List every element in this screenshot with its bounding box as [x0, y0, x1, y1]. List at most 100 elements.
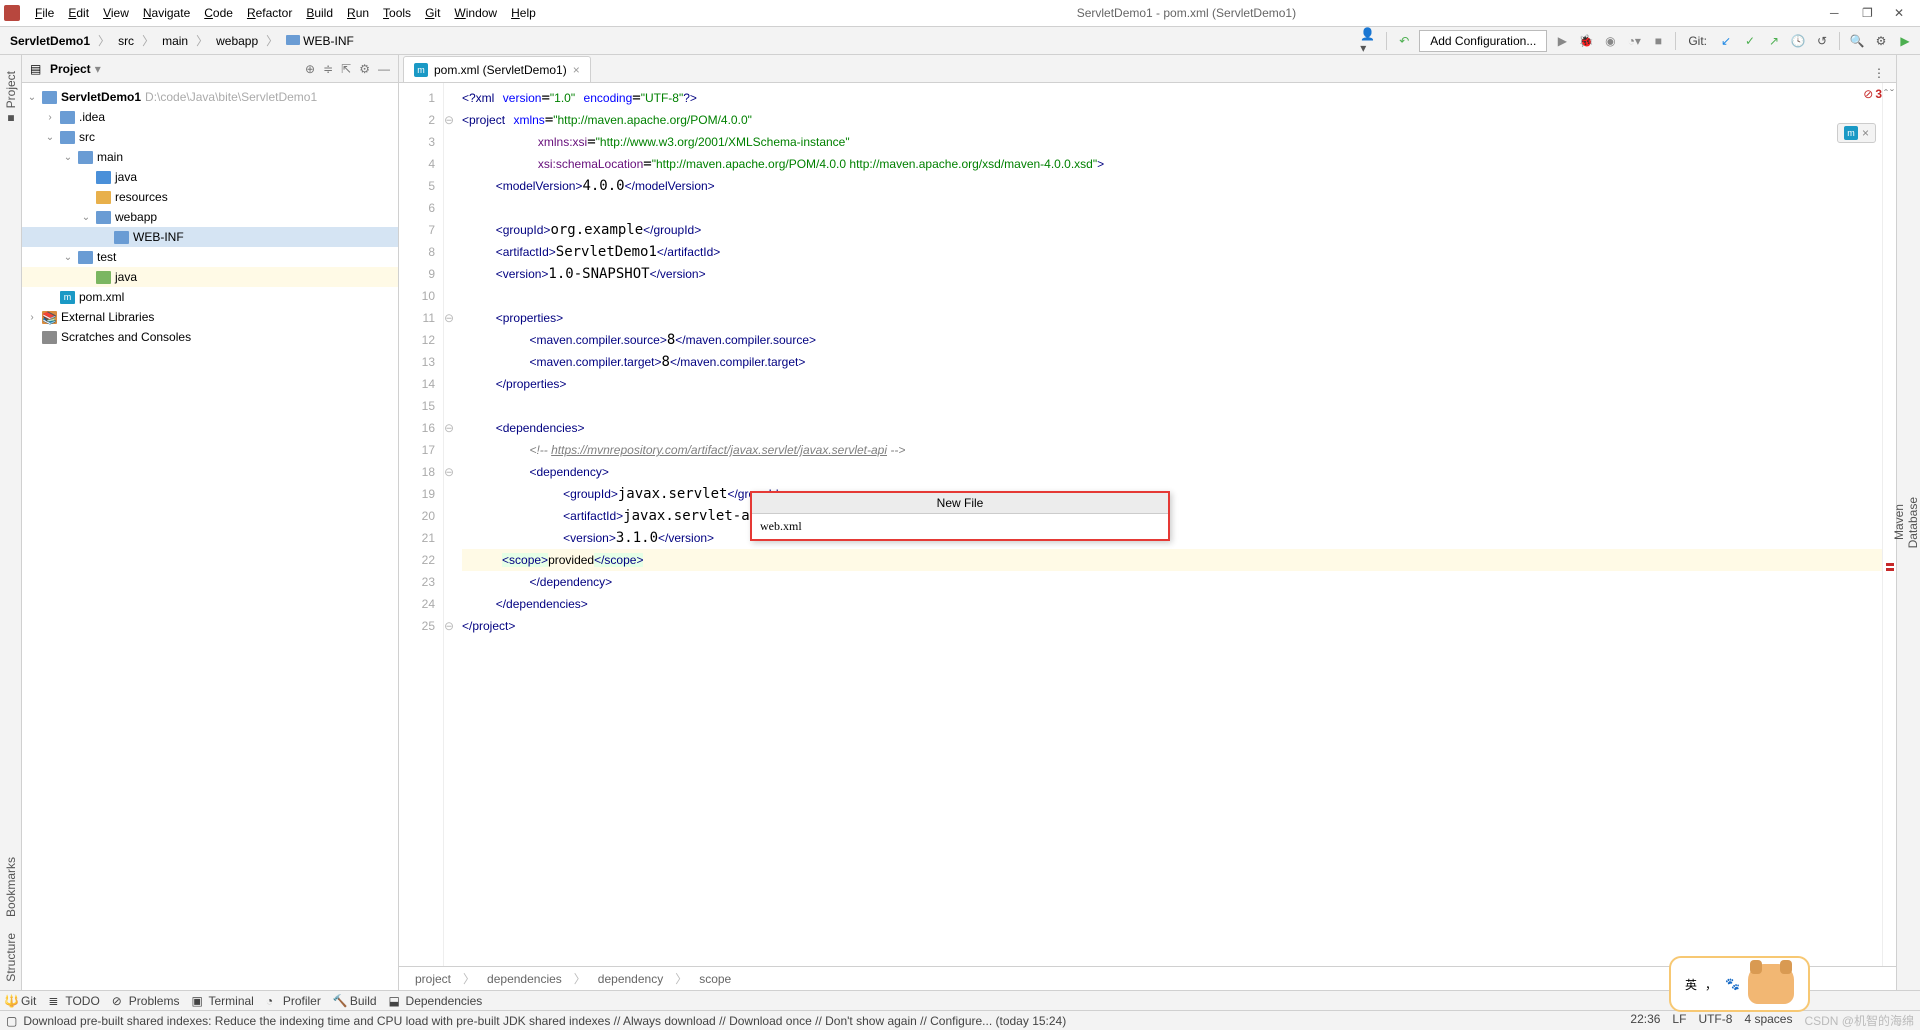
tab-options-icon[interactable]: ⋮: [1870, 64, 1888, 82]
dropdown-icon[interactable]: ▾: [95, 62, 101, 76]
vcs-push-icon[interactable]: ↗: [1765, 32, 1783, 50]
status-message[interactable]: Download pre-built shared indexes: Reduc…: [23, 1014, 1618, 1028]
profiler-toolwindow[interactable]: ◔Profiler: [266, 994, 321, 1008]
project-tool-button[interactable]: ■ Project: [4, 63, 18, 134]
coverage-icon[interactable]: ◉: [1601, 32, 1619, 50]
tree-main[interactable]: ⌄main: [22, 147, 398, 167]
watermark: CSDN @机智的海绵: [1804, 1012, 1914, 1029]
minimize-button[interactable]: ─: [1830, 6, 1844, 20]
line-separator[interactable]: LF: [1672, 1012, 1686, 1029]
search-icon[interactable]: 🔍: [1848, 32, 1866, 50]
menu-git[interactable]: Git: [418, 2, 447, 24]
breadcrumb-item[interactable]: src: [114, 32, 138, 50]
project-tree[interactable]: ⌄ServletDemo1D:\code\Java\bite\ServletDe…: [22, 83, 398, 990]
build-toolwindow[interactable]: 🔨Build: [333, 994, 377, 1008]
window-title: ServletDemo1 - pom.xml (ServletDemo1): [543, 6, 1830, 20]
vcs-history-icon[interactable]: 🕓: [1789, 32, 1807, 50]
tree-resources[interactable]: resources: [22, 187, 398, 207]
code-bc-item[interactable]: dependencies: [487, 972, 562, 986]
user-icon[interactable]: 👤▾: [1360, 32, 1378, 50]
todo-toolwindow[interactable]: ≣TODO: [48, 994, 99, 1008]
git-toolwindow[interactable]: 🔱Git: [4, 994, 36, 1008]
collapse-all-icon[interactable]: ⇱: [341, 62, 351, 76]
ime-indicator[interactable]: 英 ， 🐾: [1669, 956, 1810, 1012]
hide-icon[interactable]: —: [378, 62, 390, 76]
profile-icon[interactable]: ◔▾: [1625, 32, 1643, 50]
breadcrumb-item[interactable]: ServletDemo1: [6, 32, 94, 50]
error-indicator[interactable]: ⊘3 ˆˇ: [1863, 87, 1894, 101]
navigation-toolbar: ServletDemo1〉src〉main〉webapp〉WEB-INF 👤▾ …: [0, 27, 1920, 55]
database-tool-button[interactable]: Database: [1906, 489, 1920, 556]
tool-window-bar: 🔱Git ≣TODO ⊘Problems ▣Terminal ◔Profiler…: [0, 990, 1920, 1010]
run-anything-icon[interactable]: ▶: [1896, 32, 1914, 50]
menu-edit[interactable]: Edit: [61, 2, 96, 24]
redo-arrow-icon[interactable]: ↶: [1395, 32, 1413, 50]
tree-scratch[interactable]: Scratches and Consoles: [22, 327, 398, 347]
fold-gutter[interactable]: ⊖⊖⊖⊖⊖: [444, 83, 456, 966]
debug-icon[interactable]: 🐞: [1577, 32, 1595, 50]
breadcrumb-item[interactable]: main: [158, 32, 192, 50]
settings-icon[interactable]: ⚙: [1872, 32, 1890, 50]
file-encoding[interactable]: UTF-8: [1698, 1012, 1732, 1029]
maven-tool-button[interactable]: Maven: [1892, 496, 1906, 548]
expand-all-icon[interactable]: ≑: [323, 62, 333, 76]
code-bc-item[interactable]: dependency: [598, 972, 663, 986]
tab-close-icon[interactable]: ×: [573, 63, 580, 77]
run-icon[interactable]: ▶: [1553, 32, 1571, 50]
maximize-button[interactable]: ❐: [1862, 6, 1876, 20]
main-menu: FileEditViewNavigateCodeRefactorBuildRun…: [28, 2, 543, 24]
menu-code[interactable]: Code: [197, 2, 240, 24]
popup-title: New File: [752, 493, 1168, 514]
stop-icon[interactable]: ■: [1649, 32, 1667, 50]
close-button[interactable]: ✕: [1894, 6, 1908, 20]
add-configuration-button[interactable]: Add Configuration...: [1419, 30, 1547, 52]
menu-run[interactable]: Run: [340, 2, 376, 24]
menu-tools[interactable]: Tools: [376, 2, 418, 24]
new-file-name-input[interactable]: [752, 514, 1168, 539]
menu-window[interactable]: Window: [447, 2, 504, 24]
tree-src[interactable]: ⌄src: [22, 127, 398, 147]
project-panel: ▤ Project ▾ ⊕ ≑ ⇱ ⚙ — ⌄ServletDemo1D:\co…: [22, 55, 399, 990]
vcs-rollback-icon[interactable]: ↺: [1813, 32, 1831, 50]
terminal-toolwindow[interactable]: ▣Terminal: [191, 994, 253, 1008]
tree-pom[interactable]: mpom.xml: [22, 287, 398, 307]
menu-refactor[interactable]: Refactor: [240, 2, 299, 24]
menu-file[interactable]: File: [28, 2, 61, 24]
breadcrumb-item[interactable]: WEB-INF: [282, 32, 358, 50]
vcs-commit-icon[interactable]: ✓: [1741, 32, 1759, 50]
tree-java[interactable]: java: [22, 167, 398, 187]
tree-idea[interactable]: ›.idea: [22, 107, 398, 127]
menu-bar: FileEditViewNavigateCodeRefactorBuildRun…: [0, 0, 1920, 27]
locate-icon[interactable]: ⊕: [305, 62, 315, 76]
vcs-update-icon[interactable]: ↙: [1717, 32, 1735, 50]
right-tool-rail: Database Maven: [1896, 55, 1920, 990]
tree-webapp[interactable]: ⌄webapp: [22, 207, 398, 227]
tree-test[interactable]: ⌄test: [22, 247, 398, 267]
code-bc-item[interactable]: scope: [699, 972, 731, 986]
problems-toolwindow[interactable]: ⊘Problems: [112, 994, 180, 1008]
maven-reload-badge[interactable]: m×: [1837, 123, 1876, 143]
indent-info[interactable]: 4 spaces: [1744, 1012, 1792, 1029]
menu-navigate[interactable]: Navigate: [136, 2, 197, 24]
tree-extlib[interactable]: ›📚External Libraries: [22, 307, 398, 327]
git-label: Git:: [1688, 34, 1707, 48]
breadcrumb-item[interactable]: webapp: [212, 32, 262, 50]
corgi-mascot: [1748, 964, 1794, 1004]
editor-tabs: m pom.xml (ServletDemo1) × ⋮: [399, 55, 1896, 83]
tree-test-java[interactable]: java: [22, 267, 398, 287]
dependencies-toolwindow[interactable]: ⬓Dependencies: [389, 994, 483, 1008]
caret-position[interactable]: 22:36: [1630, 1012, 1660, 1029]
bookmarks-tool-button[interactable]: Bookmarks: [4, 849, 18, 925]
gear-icon[interactable]: ⚙: [359, 62, 370, 76]
path-breadcrumb[interactable]: ServletDemo1〉src〉main〉webapp〉WEB-INF: [6, 32, 358, 50]
project-view-icon: ▤: [30, 62, 44, 76]
structure-tool-button[interactable]: Structure: [4, 925, 18, 990]
status-icon[interactable]: ▢: [6, 1014, 17, 1028]
menu-build[interactable]: Build: [299, 2, 340, 24]
tree-root[interactable]: ⌄ServletDemo1D:\code\Java\bite\ServletDe…: [22, 87, 398, 107]
menu-view[interactable]: View: [96, 2, 136, 24]
tab-pom[interactable]: m pom.xml (ServletDemo1) ×: [403, 56, 591, 82]
code-bc-item[interactable]: project: [415, 972, 451, 986]
tree-webinf[interactable]: WEB-INF: [22, 227, 398, 247]
menu-help[interactable]: Help: [504, 2, 543, 24]
